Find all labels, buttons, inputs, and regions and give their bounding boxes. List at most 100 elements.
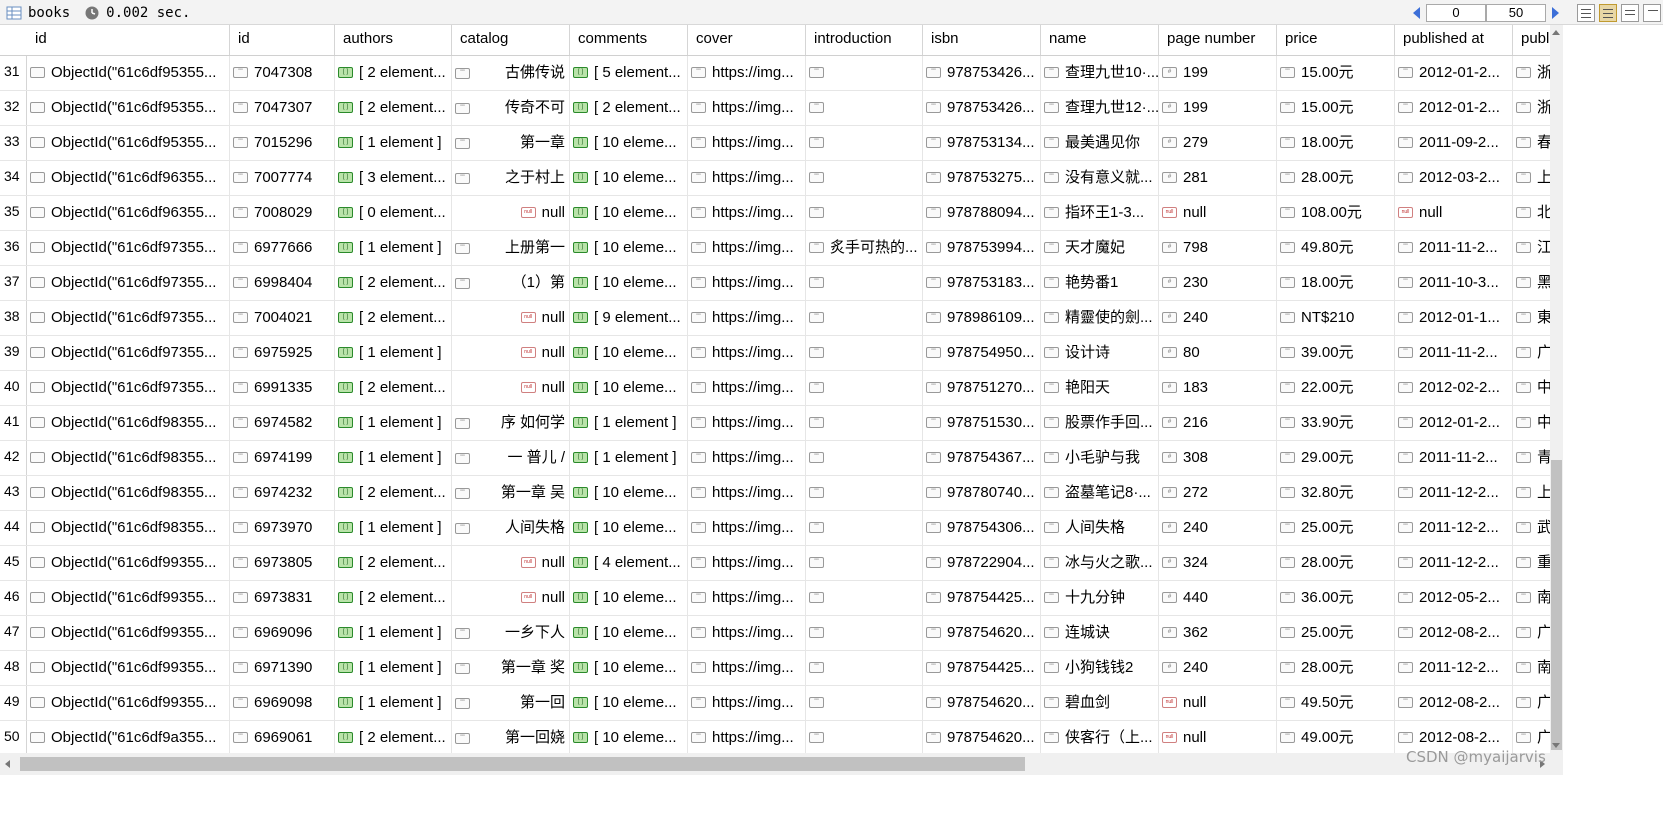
cell-introduction[interactable]: "" bbox=[806, 686, 923, 720]
cell-id[interactable]: "" 6974232 bbox=[230, 476, 335, 510]
cell-published-at[interactable]: "" 2012-01-2... bbox=[1395, 56, 1513, 90]
cell-comments[interactable]: [ ] [ 2 element... bbox=[570, 91, 688, 125]
table-row[interactable]: 45 ObjectId("61c6df99355... "" 6973805[ ][ … bbox=[0, 546, 1550, 581]
column-header-authors[interactable]: authors bbox=[335, 25, 452, 55]
cell-object-id[interactable]: ObjectId("61c6df97355... bbox=[27, 301, 230, 335]
cell-authors[interactable]: [ ] [ 1 element ] bbox=[335, 616, 452, 650]
cell-id[interactable]: "" 7047307 bbox=[230, 91, 335, 125]
cell-isbn[interactable]: "" 978751270... bbox=[923, 371, 1041, 405]
cell-catalog[interactable]: "" 一 普儿 / bbox=[452, 441, 570, 475]
cell-id[interactable]: "" 6974199 bbox=[230, 441, 335, 475]
cell-page-number[interactable]: #240 bbox=[1159, 651, 1277, 685]
column-header-name[interactable]: name bbox=[1041, 25, 1159, 55]
cell-object-id[interactable]: ObjectId("61c6df96355... bbox=[27, 196, 230, 230]
cell-page-number[interactable]: #216 bbox=[1159, 406, 1277, 440]
cell-authors[interactable]: [ ] [ 1 element ] bbox=[335, 651, 452, 685]
cell-publisher[interactable]: "" 广 bbox=[1513, 616, 1550, 650]
table-row[interactable]: 38 ObjectId("61c6df97355... "" 7004021[ ][ … bbox=[0, 301, 1550, 336]
cell-name[interactable]: "" 侠客行（上... bbox=[1041, 721, 1159, 753]
limit-input[interactable] bbox=[1486, 3, 1546, 22]
cell-comments[interactable]: [ ] [ 1 element ] bbox=[570, 441, 688, 475]
cell-price[interactable]: "" 28.00元 bbox=[1277, 651, 1395, 685]
column-header-introduction[interactable]: introduction bbox=[806, 25, 923, 55]
table-row[interactable]: 32 ObjectId("61c6df95355... "" 7047307[ ][ … bbox=[0, 91, 1550, 126]
cell-object-id[interactable]: ObjectId("61c6df98355... bbox=[27, 476, 230, 510]
cell-name[interactable]: "" 连城诀 bbox=[1041, 616, 1159, 650]
cell-published-at[interactable]: null null bbox=[1395, 196, 1513, 230]
cell-cover[interactable]: "" https://img... bbox=[688, 91, 806, 125]
cell-price[interactable]: "" 39.00元 bbox=[1277, 336, 1395, 370]
cell-published-at[interactable]: "" 2011-10-3... bbox=[1395, 266, 1513, 300]
cell-price[interactable]: "" 15.00元 bbox=[1277, 91, 1395, 125]
cell-cover[interactable]: "" https://img... bbox=[688, 301, 806, 335]
cell-catalog[interactable]: "" 序 如何学 bbox=[452, 406, 570, 440]
cell-page-number[interactable]: #798 bbox=[1159, 231, 1277, 265]
cell-isbn[interactable]: "" 978754367... bbox=[923, 441, 1041, 475]
prev-page-icon[interactable] bbox=[1413, 6, 1420, 19]
cell-object-id[interactable]: ObjectId("61c6df95355... bbox=[27, 91, 230, 125]
cell-publisher[interactable]: "" 江 bbox=[1513, 231, 1550, 265]
cell-isbn[interactable]: "" 978753183... bbox=[923, 266, 1041, 300]
cell-page-number[interactable]: #281 bbox=[1159, 161, 1277, 195]
cell-comments[interactable]: [ ] [ 10 eleme... bbox=[570, 721, 688, 753]
cell-price[interactable]: "" 25.00元 bbox=[1277, 511, 1395, 545]
horizontal-scroll-thumb[interactable] bbox=[20, 757, 1025, 771]
cell-introduction[interactable]: "" bbox=[806, 651, 923, 685]
cell-introduction[interactable]: "" bbox=[806, 196, 923, 230]
text-view-icon[interactable] bbox=[1621, 3, 1639, 22]
cell-page-number[interactable]: #279 bbox=[1159, 126, 1277, 160]
cell-catalog[interactable]: null null bbox=[452, 546, 570, 580]
cell-authors[interactable]: [ ] [ 2 element... bbox=[335, 546, 452, 580]
cell-authors[interactable]: [ ] [ 2 element... bbox=[335, 266, 452, 300]
cell-published-at[interactable]: "" 2011-12-2... bbox=[1395, 546, 1513, 580]
cell-catalog[interactable]: "" 第一章 吴 bbox=[452, 476, 570, 510]
cell-publisher[interactable]: "" 武 bbox=[1513, 511, 1550, 545]
cell-page-number[interactable]: #308 bbox=[1159, 441, 1277, 475]
column-header-object-id[interactable]: id bbox=[27, 25, 230, 55]
cell-object-id[interactable]: ObjectId("61c6df99355... bbox=[27, 581, 230, 615]
table-row[interactable]: 35 ObjectId("61c6df96355... "" 7008029[ ][ … bbox=[0, 196, 1550, 231]
cell-authors[interactable]: [ ] [ 0 element... bbox=[335, 196, 452, 230]
cell-price[interactable]: "" 49.00元 bbox=[1277, 721, 1395, 753]
cell-object-id[interactable]: ObjectId("61c6df97355... bbox=[27, 231, 230, 265]
cell-published-at[interactable]: "" 2011-11-2... bbox=[1395, 231, 1513, 265]
cell-object-id[interactable]: ObjectId("61c6df97355... bbox=[27, 336, 230, 370]
cell-name[interactable]: "" 碧血剑 bbox=[1041, 686, 1159, 720]
cell-name[interactable]: "" 指环王1-3... bbox=[1041, 196, 1159, 230]
cell-introduction[interactable]: "" bbox=[806, 336, 923, 370]
cell-page-number[interactable]: null null bbox=[1159, 196, 1277, 230]
cell-cover[interactable]: "" https://img... bbox=[688, 231, 806, 265]
cell-comments[interactable]: [ ] [ 5 element... bbox=[570, 56, 688, 90]
cell-published-at[interactable]: "" 2011-11-2... bbox=[1395, 441, 1513, 475]
cell-page-number[interactable]: #440 bbox=[1159, 581, 1277, 615]
cell-isbn[interactable]: "" 978754425... bbox=[923, 651, 1041, 685]
cell-isbn[interactable]: "" 978754620... bbox=[923, 616, 1041, 650]
cell-id[interactable]: "" 6975925 bbox=[230, 336, 335, 370]
cell-comments[interactable]: [ ] [ 10 eleme... bbox=[570, 231, 688, 265]
cell-page-number[interactable]: null null bbox=[1159, 721, 1277, 753]
cell-published-at[interactable]: "" 2011-09-2... bbox=[1395, 126, 1513, 160]
cell-page-number[interactable]: #272 bbox=[1159, 476, 1277, 510]
cell-page-number[interactable]: #199 bbox=[1159, 91, 1277, 125]
cell-isbn[interactable]: "" 978753994... bbox=[923, 231, 1041, 265]
cell-published-at[interactable]: "" 2011-12-2... bbox=[1395, 511, 1513, 545]
cell-object-id[interactable]: ObjectId("61c6df95355... bbox=[27, 56, 230, 90]
cell-publisher[interactable]: "" 浙 bbox=[1513, 91, 1550, 125]
cell-cover[interactable]: "" https://img... bbox=[688, 336, 806, 370]
cell-catalog[interactable]: null null bbox=[452, 371, 570, 405]
cell-catalog[interactable]: "" 一乡下人 bbox=[452, 616, 570, 650]
cell-page-number[interactable]: #183 bbox=[1159, 371, 1277, 405]
cell-isbn[interactable]: "" 978788094... bbox=[923, 196, 1041, 230]
cell-authors[interactable]: [ ] [ 2 element... bbox=[335, 91, 452, 125]
column-header-id[interactable]: id bbox=[230, 25, 335, 55]
cell-cover[interactable]: "" https://img... bbox=[688, 441, 806, 475]
cell-published-at[interactable]: "" 2011-12-2... bbox=[1395, 651, 1513, 685]
cell-cover[interactable]: "" https://img... bbox=[688, 126, 806, 160]
cell-publisher[interactable]: "" 南 bbox=[1513, 581, 1550, 615]
cell-id[interactable]: "" 6969098 bbox=[230, 686, 335, 720]
table-row[interactable]: 50 ObjectId("61c6df9a355... "" 6969061[ ][ … bbox=[0, 721, 1550, 753]
cell-cover[interactable]: "" https://img... bbox=[688, 616, 806, 650]
cell-price[interactable]: "" 49.50元 bbox=[1277, 686, 1395, 720]
cell-page-number[interactable]: #80 bbox=[1159, 336, 1277, 370]
cell-comments[interactable]: [ ] [ 10 eleme... bbox=[570, 126, 688, 160]
